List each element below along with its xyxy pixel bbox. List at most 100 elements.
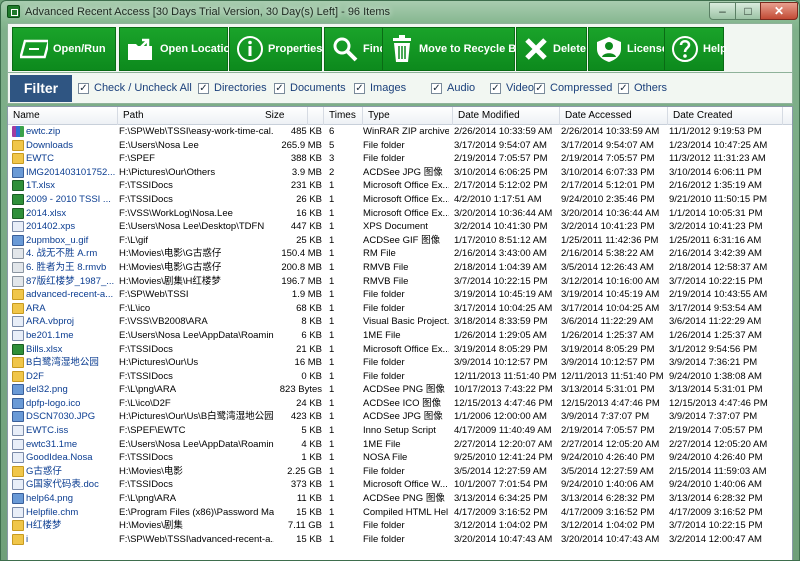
excel-file-icon: [12, 180, 24, 192]
cell-date-accessed: 3/6/2014 11:22:29 AM: [561, 316, 654, 328]
folder-arrow-icon: [126, 34, 156, 64]
excel-file-icon: [12, 343, 24, 355]
open-run-button[interactable]: Open/Run: [12, 27, 116, 71]
table-row[interactable]: 4. 战无不胜 A.rm H:\Movies\电影\G古惑仔 150.4 MB 1 RM…: [8, 247, 792, 261]
table-row[interactable]: 87版红楼梦_1987_... H:\Movies\剧集\H红楼梦 196.7 MB…: [8, 275, 792, 289]
cell-times: 1: [329, 384, 335, 396]
cell-date-modified: 3/13/2014 6:34:25 PM: [454, 493, 548, 505]
filter-checkbox-audio[interactable]: ✓ Audio: [431, 82, 475, 94]
filter-checkbox-documents[interactable]: ✓ Documents: [274, 82, 346, 94]
properties-button[interactable]: Properties: [229, 27, 322, 71]
table-row[interactable]: B白鹭湾湿地公园 H:\Pictures\Our\Us 16 MB 1 File fol…: [8, 356, 792, 370]
table-row[interactable]: 2014.xlsx F:\VSS\WorkLog\Nosa.Lee 16 KB 1 Mi…: [8, 207, 792, 221]
table-row[interactable]: Bills.xlsx F:\TSSIDocs 21 KB 1 Microsoft Off…: [8, 343, 792, 357]
close-window-button[interactable]: ✕: [760, 2, 798, 20]
cell-date-modified: 2/26/2014 10:33:59 AM: [454, 126, 553, 137]
info-icon: [236, 34, 264, 64]
cell-times: 1: [329, 452, 335, 464]
close-icon: [523, 34, 549, 64]
filter-checkbox-compressed[interactable]: ✓ Compressed: [534, 82, 612, 94]
folder-icon: [12, 357, 24, 369]
cell-date-created: 3/13/2014 5:31:01 PM: [669, 384, 763, 396]
table-row[interactable]: ewtc.zip F:\SP\Web\TSSI\easy-work-time-ca…: [8, 125, 792, 139]
cell-type: 1ME File: [363, 438, 401, 450]
filter-checkbox-others[interactable]: ✓ Others: [618, 82, 667, 94]
table-row[interactable]: D2F F:\TSSIDocs 0 KB 1 File folder 12/11/2013…: [8, 370, 792, 384]
help-button[interactable]: Help: [664, 27, 727, 71]
excel-file-icon: [12, 207, 24, 219]
column-header-type[interactable]: Type: [363, 107, 453, 125]
cell-name: dpfp-logo.ico: [26, 397, 81, 409]
cell-size: 265.9 MB: [281, 139, 322, 151]
table-row[interactable]: 201402.xps E:\Users\Nosa Lee\Desktop\TDFN…: [8, 220, 792, 234]
cell-type: Microsoft Office Ex...: [363, 193, 449, 205]
app-window: Advanced Recent Access [30 Days Trial Ve…: [0, 0, 800, 561]
recent-items-table[interactable]: Name Path Size Times Type Date Modified Date A…: [7, 106, 793, 560]
column-header-date-modified[interactable]: Date Modified: [453, 107, 560, 125]
maximize-button[interactable]: □: [735, 2, 761, 20]
table-row[interactable]: G国家代码表.doc F:\TSSIDocs 373 KB 1 Microsoft Of…: [8, 478, 792, 492]
filter-checkbox-directories[interactable]: ✓ Directories: [198, 82, 267, 94]
table-row[interactable]: H红楼梦 H:\Movies\剧集 7.11 GB 1 File folder 3/12/…: [8, 519, 792, 533]
cell-date-modified: 10/17/2013 7:43:22 PM: [454, 384, 553, 396]
table-row[interactable]: ARA F:\L\ico 68 KB 1 File folder 3/17/2014 10…: [8, 302, 792, 316]
cell-times: 1: [329, 520, 335, 532]
column-header-date-accessed[interactable]: Date Accessed: [560, 107, 668, 125]
cell-type: ACDSee ICO 图像: [363, 397, 442, 409]
filter-checkbox-videos[interactable]: ✓ Videos: [490, 82, 539, 94]
cell-name: advanced-recent-a...: [26, 289, 114, 301]
cell-size: 823 Bytes: [279, 384, 322, 396]
column-header-times[interactable]: Times: [324, 107, 363, 125]
move-to-recycle-bin-button[interactable]: Move to Recycle Bin: [382, 27, 526, 71]
table-row[interactable]: EWTC.iss F:\SPEF\EWTC 5 KB 1 Inno Setup Scri…: [8, 424, 792, 438]
table-row[interactable]: ewtc31.1me E:\Users\Nosa Lee\AppData\Roam…: [8, 438, 792, 452]
column-header-date-created[interactable]: Date Created: [668, 107, 783, 125]
table-row[interactable]: 1T.xlsx F:\TSSIDocs 231 KB 1 Microsoft Offic…: [8, 179, 792, 193]
table-row[interactable]: 2009 - 2010 TSSI ... F:\TSSIDocs 26 KB 1 Mic…: [8, 193, 792, 207]
table-row[interactable]: dpfp-logo.ico F:\L\ico\D2F 24 KB 1 ACDSee IC…: [8, 397, 792, 411]
license-button[interactable]: License: [588, 27, 668, 71]
cell-times: 1: [329, 329, 335, 341]
table-row[interactable]: Helpfile.chm E:\Program Files (x86)\Passw…: [8, 506, 792, 520]
cell-path: F:\L\ico: [119, 302, 151, 314]
cell-type: File folder: [363, 139, 405, 151]
table-row[interactable]: 6. 胜者为王 8.rmvb H:\Movies\电影\G古惑仔 200.8 MB 1…: [8, 261, 792, 275]
table-row[interactable]: EWTC F:\SPEF 388 KB 3 File folder 2/19/2014 7…: [8, 152, 792, 166]
column-header-name[interactable]: Name: [8, 107, 118, 125]
minimize-button[interactable]: –: [709, 2, 736, 20]
table-row[interactable]: help64.png F:\L\png\ARA 11 KB 1 ACDSee PNG 图…: [8, 492, 792, 506]
filter-checkbox-check-uncheck-all[interactable]: ✓ Check / Uncheck All: [78, 82, 192, 94]
cell-path: F:\VSS\WorkLog\Nosa.Lee: [119, 207, 233, 219]
table-row[interactable]: DSCN7030.JPG H:\Pictures\Our\Us\B白鹭湾湿地公园 4…: [8, 410, 792, 424]
cell-date-created: 2/27/2014 12:05:20 AM: [669, 438, 768, 450]
table-row[interactable]: del32.png F:\L\png\ARA 823 Bytes 1 ACDSee PN…: [8, 383, 792, 397]
cell-path: F:\SP\Web\TSSI\advanced-recent-a...: [119, 533, 274, 545]
table-row[interactable]: ARA.vbproj F:\VSS\VB2008\ARA 8 KB 1 Visual B…: [8, 315, 792, 329]
table-row[interactable]: be201.1me E:\Users\Nosa Lee\AppData\Roami…: [8, 329, 792, 343]
filter-option-label: Compressed: [550, 82, 613, 94]
table-row[interactable]: Downloads E:\Users\Nosa Lee 265.9 MB 5 File …: [8, 139, 792, 153]
column-header-size[interactable]: Size: [260, 107, 324, 125]
cell-times: 1: [329, 357, 335, 369]
open-location-button[interactable]: Open Location: [119, 27, 237, 71]
delete-button[interactable]: Delete: [516, 27, 587, 71]
table-row[interactable]: i F:\SP\Web\TSSI\advanced-recent-a... 15 K…: [8, 533, 792, 547]
cell-path: F:\L\ico\D2F: [119, 397, 171, 409]
zip-file-icon: [12, 126, 24, 137]
cell-date-modified: 3/19/2014 8:05:29 PM: [454, 343, 548, 355]
table-row[interactable]: IMG201403101752... H:\Pictures\Our\Others…: [8, 166, 792, 180]
cell-times: 1: [329, 261, 335, 273]
cell-date-accessed: 12/11/2013 11:51:40 PM: [561, 370, 664, 382]
find-button[interactable]: Find: [324, 27, 387, 71]
cell-date-accessed: 2/19/2014 7:05:57 PM: [561, 153, 655, 165]
cell-date-accessed: 4/17/2009 3:16:52 PM: [561, 506, 655, 518]
table-row[interactable]: 2upmbox_u.gif F:\L\gif 25 KB 1 ACDSee GIF 图像…: [8, 234, 792, 248]
cell-date-created: 12/15/2013 4:47:46 PM: [669, 397, 768, 409]
checkbox-icon: ✓: [198, 82, 209, 94]
cell-size: 0 KB: [301, 370, 322, 382]
filter-checkbox-images[interactable]: ✓ Images: [354, 82, 406, 94]
table-row[interactable]: advanced-recent-a... F:\SP\Web\TSSI 1.9 MB…: [8, 288, 792, 302]
table-row[interactable]: GoodIdea.Nosa F:\TSSIDocs 1 KB 1 NOSA File 9/…: [8, 451, 792, 465]
cell-size: 388 KB: [290, 153, 322, 165]
table-row[interactable]: G古惑仔 H:\Movies\电影 2.25 GB 1 File folder 3/5/2…: [8, 465, 792, 479]
